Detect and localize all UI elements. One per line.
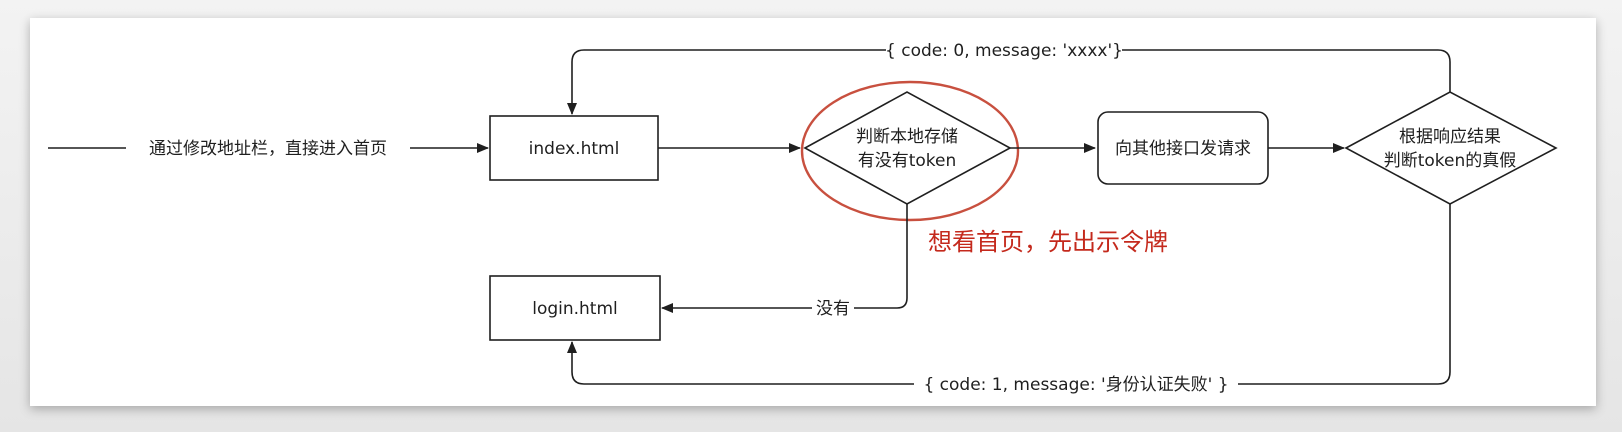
login-node: login.html (489, 275, 661, 341)
annotation-text: 想看首页，先出示令牌 (928, 228, 1168, 256)
index-node-label: index.html (529, 139, 620, 159)
success-edge: { code: 0, message: 'xxxx'} (567, 38, 1451, 115)
flowchart: 通过修改地址栏，直接进入首页 index.html 判断本地存储 有没有toke… (48, 38, 1558, 396)
token-check-label-line1: 判断本地存储 (856, 127, 958, 147)
entry-edge-label: 通过修改地址栏，直接进入首页 (149, 139, 387, 159)
success-edge-label: { code: 0, message: 'xxxx'} (885, 41, 1123, 61)
request-node: 向其他接口发请求 (1097, 111, 1269, 185)
token-check-label-line2: 有没有token (858, 151, 957, 171)
token-validity-label-line2: 判断token的真假 (1384, 151, 1517, 171)
request-node-label: 向其他接口发请求 (1115, 139, 1251, 159)
no-token-edge: 没有 (661, 204, 908, 320)
fail-edge-label: { code: 1, message: '身份认证失败' } (923, 375, 1228, 395)
index-node: index.html (489, 115, 659, 181)
no-token-edge-label: 没有 (816, 299, 850, 319)
token-validity-decision: 根据响应结果 判断token的真假 (1344, 91, 1558, 205)
entry-edge: 通过修改地址栏，直接进入首页 (48, 136, 489, 160)
screenshot-stage: 通过修改地址栏，直接进入首页 index.html 判断本地存储 有没有toke… (0, 0, 1622, 432)
token-validity-label-line1: 根据响应结果 (1399, 127, 1501, 147)
login-node-label: login.html (532, 299, 618, 319)
token-check-decision: 判断本地存储 有没有token (803, 91, 1012, 205)
